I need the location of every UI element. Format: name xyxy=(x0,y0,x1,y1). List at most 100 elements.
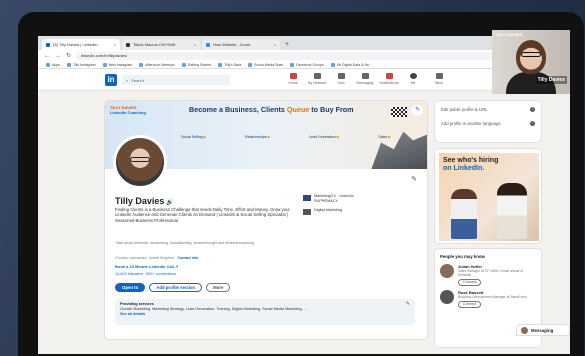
bookmarks-bar: Apps Tilly Instagram New Instagram After… xyxy=(38,61,570,69)
profile-buttons: Open to Add profile section More xyxy=(115,283,231,292)
profile-headline: Finding Clients is a Business Challenge … xyxy=(115,207,290,223)
banner-headline: Become a Business, Clients Queue to Buy … xyxy=(189,105,354,114)
booking-link[interactable]: Book a 15 Minute LinkedIn Call ↗ xyxy=(115,264,178,269)
zoom-favicon-icon xyxy=(206,42,210,47)
profile-card: TILLY DAVIES LinkedIn Coaching Become a B… xyxy=(104,100,428,340)
profile-photo[interactable] xyxy=(113,135,167,189)
bookmark-icon xyxy=(331,62,335,67)
search-icon: ⌕ xyxy=(126,77,129,83)
bookmark-item[interactable]: Afternoon Meetups xyxy=(139,62,175,67)
add-language-link[interactable]: Add profile in another language? xyxy=(441,121,535,126)
nav-messaging[interactable]: Messaging xyxy=(354,73,376,85)
avatar xyxy=(521,326,528,334)
edit-public-profile-link[interactable]: Edit public profile & URL? xyxy=(441,107,535,112)
profile-name: Tilly Davies 🔊 xyxy=(115,196,174,206)
bookmark-icon xyxy=(66,62,71,67)
webcam-overlay: TILLY DAVIES Tilly Davies xyxy=(492,30,570,94)
bookmark-icon xyxy=(290,62,295,67)
close-tab-icon[interactable]: × xyxy=(274,42,276,47)
bookmark-icon xyxy=(46,62,50,67)
linkedin-logo[interactable]: in xyxy=(105,74,117,86)
ad-person-illustration xyxy=(497,183,527,239)
help-icon[interactable]: ? xyxy=(530,121,535,126)
ad-title: See who's hiring on LinkedIn. xyxy=(443,157,499,172)
avatar[interactable] xyxy=(440,290,454,304)
add-profile-section-button[interactable]: Add profile section xyxy=(149,283,203,292)
bell-icon xyxy=(385,73,393,79)
experience-item[interactable]: MarketingCX · LinkedIn SUPREMACY xyxy=(303,194,354,203)
webcam-label: TILLY DAVIES xyxy=(496,32,523,37)
url-field[interactable]: linkedin.com/in/tillydavies/ xyxy=(76,51,543,60)
reload-icon[interactable]: ↻ xyxy=(66,52,71,59)
home-icon xyxy=(289,73,297,79)
avatar-icon xyxy=(409,73,417,79)
hiring-ad[interactable]: See who's hiring on LinkedIn. xyxy=(434,148,542,244)
forward-icon[interactable]: → xyxy=(55,53,61,59)
briefcase-icon xyxy=(337,73,345,79)
banner-brand: TILLY DAVIES LinkedIn Coaching xyxy=(110,105,146,115)
tab-zoom[interactable]: How Website - Zoom × xyxy=(202,39,280,50)
external-link-icon: ↗ xyxy=(175,264,179,269)
open-to-button[interactable]: Open to xyxy=(115,283,146,292)
nav-home[interactable]: Home xyxy=(282,73,304,85)
back-icon[interactable]: ← xyxy=(44,53,50,59)
bookmark-item[interactable]: Facebook Groups xyxy=(290,62,324,67)
followers-connections[interactable]: 14,403 followers · 500+ connections xyxy=(115,272,176,276)
contact-info-link[interactable]: Contact info xyxy=(177,256,198,260)
help-icon[interactable]: ? xyxy=(530,107,535,112)
webcam-name: Tilly Davies xyxy=(535,76,567,84)
tab-favicon-icon xyxy=(126,42,130,47)
person-suggestion[interactable]: Julian Hefler Sales Manager at CF Hefler … xyxy=(440,264,536,286)
edit-pencil-icon[interactable]: ✎ xyxy=(406,302,410,307)
new-tab-button[interactable]: + xyxy=(282,39,289,50)
bookmark-item[interactable]: Getting Started xyxy=(181,62,211,67)
bookmark-item[interactable]: Social Media Stats xyxy=(248,62,283,67)
bookmark-item[interactable]: New Instagram xyxy=(102,62,132,67)
tab-bar: (8) Tilly Davies | LinkedIn × Tiktok Macr… xyxy=(38,36,570,50)
banner-steps: Social Selling Relationships Lead Genera… xyxy=(181,135,391,139)
bookmark-item[interactable]: Mr Digital Data & Ne... xyxy=(331,62,372,67)
tab-tiktok[interactable]: Tiktok Macros Ctrl+Shift × xyxy=(122,39,200,50)
message-icon xyxy=(361,73,369,79)
more-button[interactable]: More xyxy=(206,283,231,292)
mountain-image xyxy=(371,131,427,169)
bookmark-item[interactable]: Tilly Instagram xyxy=(66,62,96,67)
close-tab-icon[interactable]: × xyxy=(114,42,116,47)
tab-linkedin[interactable]: (8) Tilly Davies | LinkedIn × xyxy=(42,39,120,50)
search-input[interactable]: ⌕ Search xyxy=(122,75,230,85)
nav-jobs[interactable]: Jobs xyxy=(330,73,352,85)
ad-image: See who's hiring on LinkedIn. xyxy=(439,153,539,241)
nav-work[interactable]: Work xyxy=(428,73,450,85)
company-logo-icon xyxy=(303,195,311,201)
see-all-details-link[interactable]: See all details xyxy=(120,312,410,317)
ad-person-illustration xyxy=(451,189,477,239)
grid-icon xyxy=(435,73,443,79)
connect-button[interactable]: Connect xyxy=(458,279,482,286)
nav-notifications[interactable]: Notifications xyxy=(378,73,400,85)
edit-pencil-icon[interactable]: ✎ xyxy=(411,175,417,183)
speaker-icon[interactable]: 🔊 xyxy=(166,200,173,206)
webcam-person-head xyxy=(516,40,546,74)
linkedin-nav: in ⌕ Search Home My Network Jobs Messagin… xyxy=(38,69,570,91)
bookmark-icon xyxy=(139,62,144,67)
card-actions: ✎ xyxy=(411,175,417,183)
zoom-watermark: zoom xyxy=(486,301,529,319)
avatar[interactable] xyxy=(440,264,454,278)
edit-banner-icon[interactable]: ✎ xyxy=(412,105,423,116)
messaging-bar[interactable]: Messaging xyxy=(516,324,570,336)
services-box[interactable]: Providing services Growth Marketing, Mar… xyxy=(115,299,415,325)
nav-me[interactable]: Me xyxy=(402,73,424,85)
bookmark-icon xyxy=(218,62,223,67)
bookmark-icon xyxy=(102,62,107,67)
profile-settings-card: Edit public profile & URL? Add profile i… xyxy=(434,100,542,143)
close-tab-icon[interactable]: × xyxy=(194,42,196,47)
address-bar: ← → ↻ linkedin.com/in/tillydavies/ ☆ ⋮ xyxy=(38,50,570,61)
profile-talks-about: Talks about #linkedin, #marketing, #soci… xyxy=(115,241,254,245)
connect-button[interactable]: Connect xyxy=(458,301,482,308)
experience-item[interactable]: Digital Marketing xyxy=(303,208,354,216)
nav-my-network[interactable]: My Network xyxy=(306,73,328,85)
pymk-title: People you may know xyxy=(440,254,485,259)
experience-summary: MarketingCX · LinkedIn SUPREMACY Digital … xyxy=(303,194,354,216)
bookmark-item[interactable]: Apps xyxy=(46,62,60,67)
bookmark-item[interactable]: Tilly's Data xyxy=(218,62,241,67)
